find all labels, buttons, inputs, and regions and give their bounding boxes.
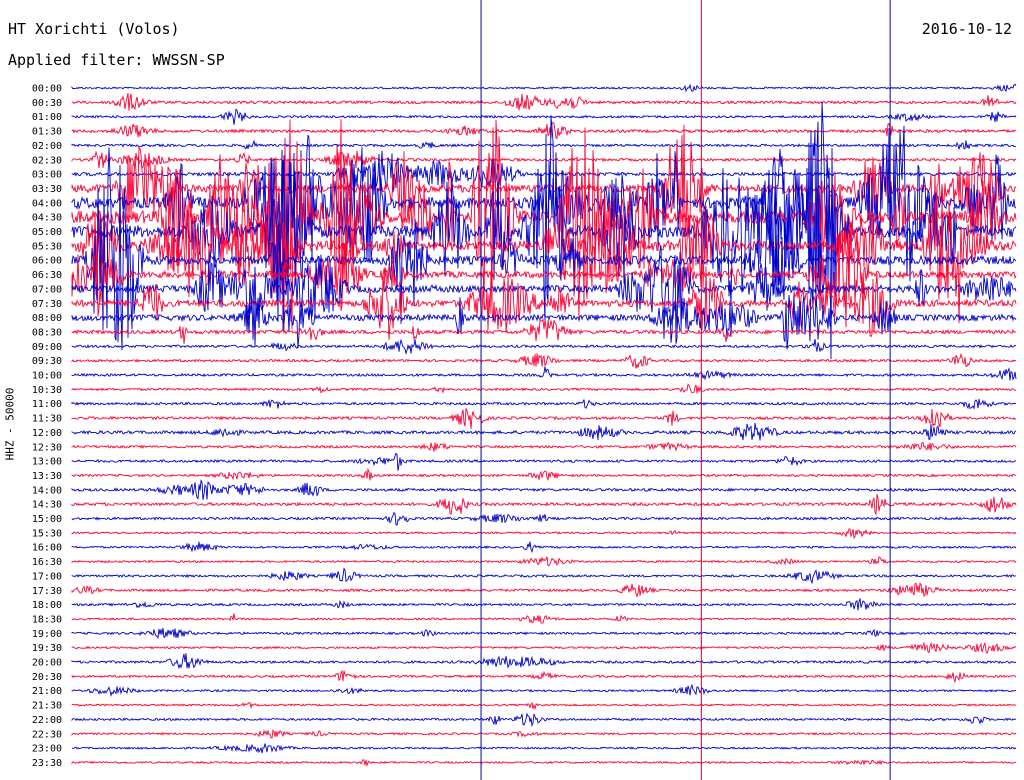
trace-time-label: 00:30 (32, 98, 62, 109)
trace-time-label: 00:00 (32, 84, 62, 95)
seismic-trace (71, 479, 1017, 500)
trace-time-label: 10:30 (32, 385, 62, 396)
seismic-trace (71, 93, 1017, 111)
trace-time-label: 15:00 (32, 514, 62, 525)
trace-time-label: 07:30 (32, 299, 62, 310)
trace-time-label: 09:00 (32, 342, 62, 353)
seismic-trace (71, 653, 1017, 670)
tick-label-group: 00:00 00:30 01:00 01:30 02:00 02:30 03:00 03:30… (32, 84, 62, 769)
trace-time-label: 13:30 (32, 471, 62, 482)
trace-time-label: 12:30 (32, 442, 62, 453)
seismic-trace (71, 627, 1017, 640)
seismic-trace (71, 511, 1017, 526)
seismic-trace (71, 150, 1017, 170)
seismic-trace (71, 598, 1017, 611)
seismic-trace (71, 383, 1017, 395)
trace-time-label: 17:30 (32, 586, 62, 597)
trace-time-label: 06:30 (32, 270, 62, 281)
seismic-trace (71, 338, 1017, 356)
seismic-trace (71, 729, 1017, 739)
seismic-trace (71, 139, 1016, 150)
seismic-trace (71, 468, 1017, 482)
seismic-trace (71, 582, 1017, 598)
trace-time-label: 12:00 (32, 428, 62, 439)
seismic-trace (71, 108, 1017, 125)
seismic-trace (71, 494, 1017, 516)
trace-time-label: 02:30 (32, 155, 62, 166)
trace-time-label: 08:00 (32, 313, 62, 324)
trace-time-label: 20:00 (32, 658, 62, 669)
trace-time-label: 17:00 (32, 571, 62, 582)
trace-time-label: 03:00 (32, 170, 62, 181)
seismic-trace (71, 567, 1016, 585)
trace-time-label: 08:30 (32, 327, 62, 338)
seismic-trace (71, 712, 1017, 728)
trace-time-label: 16:30 (32, 557, 62, 568)
trace-time-label: 18:00 (32, 600, 62, 611)
trace-time-label: 14:00 (32, 485, 62, 496)
seismic-trace (71, 352, 1017, 369)
trace-time-label: 03:30 (32, 184, 62, 195)
seismic-trace (71, 613, 1017, 624)
trace-time-label: 21:30 (32, 701, 62, 712)
trace-time-label: 16:00 (32, 543, 62, 554)
trace-time-label: 20:30 (32, 672, 62, 683)
seismic-trace (71, 422, 1017, 441)
trace-group (71, 83, 1017, 768)
seismic-trace (71, 743, 1017, 754)
trace-time-label: 21:00 (32, 686, 62, 697)
seismic-trace (71, 441, 1017, 452)
trace-time-label: 11:00 (32, 399, 62, 410)
trace-time-label: 18:30 (32, 614, 62, 625)
trace-time-label: 11:30 (32, 414, 62, 425)
trace-time-label: 19:00 (32, 629, 62, 640)
seismic-trace (71, 641, 1017, 655)
trace-time-label: 02:00 (32, 141, 62, 152)
trace-time-label: 15:30 (32, 528, 62, 539)
trace-time-label: 01:00 (32, 112, 62, 123)
seismic-trace (71, 541, 1017, 554)
trace-time-label: 09:30 (32, 356, 62, 367)
seismic-trace (71, 408, 1017, 430)
trace-time-label: 23:30 (32, 758, 62, 769)
trace-time-label: 05:00 (32, 227, 62, 238)
seismic-trace (71, 398, 1017, 410)
trace-time-label: 19:30 (32, 643, 62, 654)
trace-time-label: 04:00 (32, 198, 62, 209)
trace-time-label: 22:30 (32, 729, 62, 740)
trace-time-label: 13:00 (32, 457, 62, 468)
seismic-trace (71, 701, 1017, 711)
seismic-trace (71, 759, 1017, 768)
trace-time-label: 07:00 (32, 284, 62, 295)
trace-time-label: 04:30 (32, 213, 62, 224)
trace-time-label: 23:00 (32, 744, 62, 755)
seismic-trace (71, 556, 1017, 567)
seismic-trace (71, 366, 1017, 381)
seismic-trace (71, 83, 1017, 93)
trace-time-label: 22:00 (32, 715, 62, 726)
seismic-trace (71, 528, 1017, 540)
seismic-trace (71, 683, 1017, 698)
trace-time-label: 01:30 (32, 127, 62, 138)
trace-time-label: 14:30 (32, 500, 62, 511)
trace-time-label: 06:00 (32, 256, 62, 267)
seismic-trace (71, 121, 1016, 140)
seismic-trace (71, 452, 1017, 471)
seismic-trace (71, 669, 1017, 684)
helicorder-plot: 00:00 00:30 01:00 01:30 02:00 02:30 03:00 03:30… (32, 0, 1017, 780)
trace-time-label: 05:30 (32, 241, 62, 252)
trace-time-label: 10:00 (32, 371, 62, 382)
